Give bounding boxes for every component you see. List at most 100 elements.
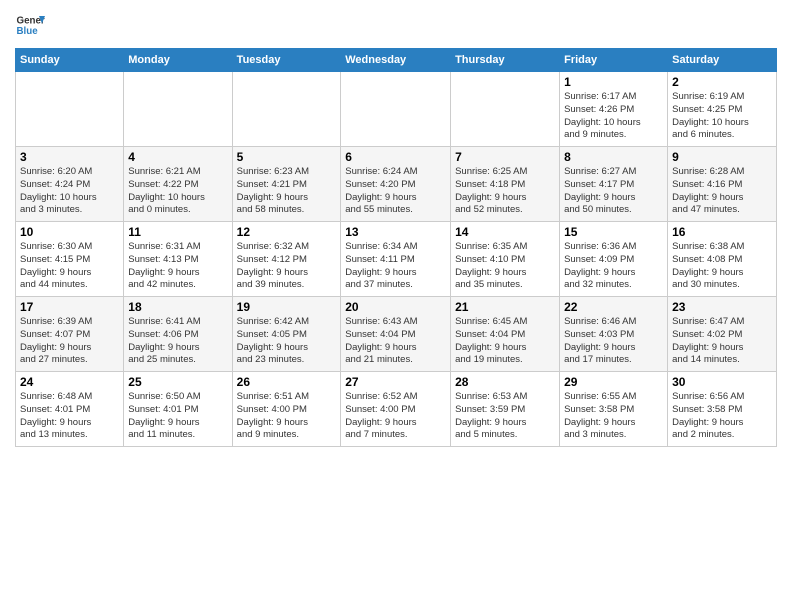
day-number: 7: [455, 150, 555, 164]
calendar-cell: [124, 72, 232, 147]
calendar-cell: 1 Sunrise: 6:17 AM Sunset: 4:26 PM Daylig…: [560, 72, 668, 147]
day-info: Sunrise: 6:25 AM Sunset: 4:18 PM Dayligh…: [455, 166, 555, 217]
calendar-cell: [16, 72, 124, 147]
day-number: 9: [672, 150, 772, 164]
calendar-week-row: 24Sunrise: 6:48 AM Sunset: 4:01 PM Dayli…: [16, 372, 777, 447]
weekday-header: Saturday: [668, 49, 777, 72]
calendar-cell: 24Sunrise: 6:48 AM Sunset: 4:01 PM Dayli…: [16, 372, 124, 447]
calendar-cell: 11Sunrise: 6:31 AM Sunset: 4:13 PM Dayli…: [124, 222, 232, 297]
day-info: Sunrise: 6:35 AM Sunset: 4:10 PM Dayligh…: [455, 241, 555, 292]
calendar-cell: 16Sunrise: 6:38 AM Sunset: 4:08 PM Dayli…: [668, 222, 777, 297]
day-info: Sunrise: 6:23 AM Sunset: 4:21 PM Dayligh…: [237, 166, 337, 217]
day-info: Sunrise: 6:52 AM Sunset: 4:00 PM Dayligh…: [345, 391, 446, 442]
day-number: 1: [564, 75, 663, 89]
day-info: Sunrise: 6:39 AM Sunset: 4:07 PM Dayligh…: [20, 316, 119, 367]
day-info: Sunrise: 6:41 AM Sunset: 4:06 PM Dayligh…: [128, 316, 227, 367]
calendar-cell: 27Sunrise: 6:52 AM Sunset: 4:00 PM Dayli…: [341, 372, 451, 447]
day-number: 13: [345, 225, 446, 239]
day-number: 23: [672, 300, 772, 314]
day-info: Sunrise: 6:42 AM Sunset: 4:05 PM Dayligh…: [237, 316, 337, 367]
day-number: 2: [672, 75, 772, 89]
weekday-header: Monday: [124, 49, 232, 72]
day-info: Sunrise: 6:19 AM Sunset: 4:25 PM Dayligh…: [672, 91, 772, 142]
calendar-cell: 28Sunrise: 6:53 AM Sunset: 3:59 PM Dayli…: [451, 372, 560, 447]
day-number: 25: [128, 375, 227, 389]
day-info: Sunrise: 6:48 AM Sunset: 4:01 PM Dayligh…: [20, 391, 119, 442]
calendar-cell: 18 Sunrise: 6:41 AM Sunset: 4:06 PM Dayli…: [124, 297, 232, 372]
calendar-cell: 20Sunrise: 6:43 AM Sunset: 4:04 PM Dayli…: [341, 297, 451, 372]
logo: General Blue: [15, 10, 45, 40]
calendar-cell: 19 Sunrise: 6:42 AM Sunset: 4:05 PM Dayli…: [232, 297, 341, 372]
calendar-cell: 30 Sunrise: 6:56 AM Sunset: 3:58 PM Dayli…: [668, 372, 777, 447]
calendar-cell: 6Sunrise: 6:24 AM Sunset: 4:20 PM Daylig…: [341, 147, 451, 222]
day-number: 4: [128, 150, 227, 164]
day-number: 20: [345, 300, 446, 314]
day-info: Sunrise: 6:47 AM Sunset: 4:02 PM Dayligh…: [672, 316, 772, 367]
calendar-cell: 29 Sunrise: 6:55 AM Sunset: 3:58 PM Dayli…: [560, 372, 668, 447]
day-info: Sunrise: 6:45 AM Sunset: 4:04 PM Dayligh…: [455, 316, 555, 367]
day-info: Sunrise: 6:28 AM Sunset: 4:16 PM Dayligh…: [672, 166, 772, 217]
main-container: General Blue SundayMondayTuesdayWednesda…: [0, 0, 792, 457]
day-info: Sunrise: 6:30 AM Sunset: 4:15 PM Dayligh…: [20, 241, 119, 292]
calendar-cell: 26 Sunrise: 6:51 AM Sunset: 4:00 PM Dayli…: [232, 372, 341, 447]
calendar-cell: [232, 72, 341, 147]
day-number: 14: [455, 225, 555, 239]
calendar-week-row: 17Sunrise: 6:39 AM Sunset: 4:07 PM Dayli…: [16, 297, 777, 372]
weekday-header: Sunday: [16, 49, 124, 72]
weekday-header: Friday: [560, 49, 668, 72]
calendar-week-row: 3 Sunrise: 6:20 AM Sunset: 4:24 PM Daylig…: [16, 147, 777, 222]
calendar-week-row: 1 Sunrise: 6:17 AM Sunset: 4:26 PM Daylig…: [16, 72, 777, 147]
calendar-week-row: 10Sunrise: 6:30 AM Sunset: 4:15 PM Dayli…: [16, 222, 777, 297]
day-number: 26: [237, 375, 337, 389]
day-number: 30: [672, 375, 772, 389]
day-number: 5: [237, 150, 337, 164]
day-info: Sunrise: 6:36 AM Sunset: 4:09 PM Dayligh…: [564, 241, 663, 292]
calendar-cell: 15 Sunrise: 6:36 AM Sunset: 4:09 PM Dayli…: [560, 222, 668, 297]
day-info: Sunrise: 6:46 AM Sunset: 4:03 PM Dayligh…: [564, 316, 663, 367]
day-number: 16: [672, 225, 772, 239]
day-info: Sunrise: 6:21 AM Sunset: 4:22 PM Dayligh…: [128, 166, 227, 217]
day-number: 19: [237, 300, 337, 314]
day-number: 6: [345, 150, 446, 164]
calendar-cell: [451, 72, 560, 147]
day-number: 29: [564, 375, 663, 389]
day-info: Sunrise: 6:17 AM Sunset: 4:26 PM Dayligh…: [564, 91, 663, 142]
weekday-header: Wednesday: [341, 49, 451, 72]
day-number: 18: [128, 300, 227, 314]
day-number: 21: [455, 300, 555, 314]
day-info: Sunrise: 6:53 AM Sunset: 3:59 PM Dayligh…: [455, 391, 555, 442]
day-info: Sunrise: 6:20 AM Sunset: 4:24 PM Dayligh…: [20, 166, 119, 217]
calendar-cell: 9 Sunrise: 6:28 AM Sunset: 4:16 PM Daylig…: [668, 147, 777, 222]
calendar-cell: 5 Sunrise: 6:23 AM Sunset: 4:21 PM Daylig…: [232, 147, 341, 222]
calendar-cell: 2 Sunrise: 6:19 AM Sunset: 4:25 PM Daylig…: [668, 72, 777, 147]
day-info: Sunrise: 6:51 AM Sunset: 4:00 PM Dayligh…: [237, 391, 337, 442]
calendar-cell: 12 Sunrise: 6:32 AM Sunset: 4:12 PM Dayli…: [232, 222, 341, 297]
calendar-cell: 4 Sunrise: 6:21 AM Sunset: 4:22 PM Daylig…: [124, 147, 232, 222]
day-number: 15: [564, 225, 663, 239]
day-info: Sunrise: 6:56 AM Sunset: 3:58 PM Dayligh…: [672, 391, 772, 442]
day-info: Sunrise: 6:27 AM Sunset: 4:17 PM Dayligh…: [564, 166, 663, 217]
calendar-cell: 23 Sunrise: 6:47 AM Sunset: 4:02 PM Dayli…: [668, 297, 777, 372]
day-info: Sunrise: 6:50 AM Sunset: 4:01 PM Dayligh…: [128, 391, 227, 442]
day-number: 8: [564, 150, 663, 164]
day-number: 22: [564, 300, 663, 314]
calendar-cell: 7 Sunrise: 6:25 AM Sunset: 4:18 PM Daylig…: [451, 147, 560, 222]
calendar-cell: 22 Sunrise: 6:46 AM Sunset: 4:03 PM Dayli…: [560, 297, 668, 372]
calendar-cell: 17Sunrise: 6:39 AM Sunset: 4:07 PM Dayli…: [16, 297, 124, 372]
calendar-cell: 10Sunrise: 6:30 AM Sunset: 4:15 PM Dayli…: [16, 222, 124, 297]
calendar-header-row: SundayMondayTuesdayWednesdayThursdayFrid…: [16, 49, 777, 72]
day-info: Sunrise: 6:31 AM Sunset: 4:13 PM Dayligh…: [128, 241, 227, 292]
calendar-cell: 21 Sunrise: 6:45 AM Sunset: 4:04 PM Dayli…: [451, 297, 560, 372]
weekday-header: Thursday: [451, 49, 560, 72]
calendar-cell: 3 Sunrise: 6:20 AM Sunset: 4:24 PM Daylig…: [16, 147, 124, 222]
calendar-table: SundayMondayTuesdayWednesdayThursdayFrid…: [15, 48, 777, 447]
day-info: Sunrise: 6:55 AM Sunset: 3:58 PM Dayligh…: [564, 391, 663, 442]
header: General Blue: [15, 10, 777, 40]
calendar-cell: 8 Sunrise: 6:27 AM Sunset: 4:17 PM Daylig…: [560, 147, 668, 222]
day-info: Sunrise: 6:34 AM Sunset: 4:11 PM Dayligh…: [345, 241, 446, 292]
day-number: 3: [20, 150, 119, 164]
day-info: Sunrise: 6:32 AM Sunset: 4:12 PM Dayligh…: [237, 241, 337, 292]
logo-icon: General Blue: [15, 10, 45, 40]
calendar-cell: 13 Sunrise: 6:34 AM Sunset: 4:11 PM Dayli…: [341, 222, 451, 297]
day-number: 12: [237, 225, 337, 239]
